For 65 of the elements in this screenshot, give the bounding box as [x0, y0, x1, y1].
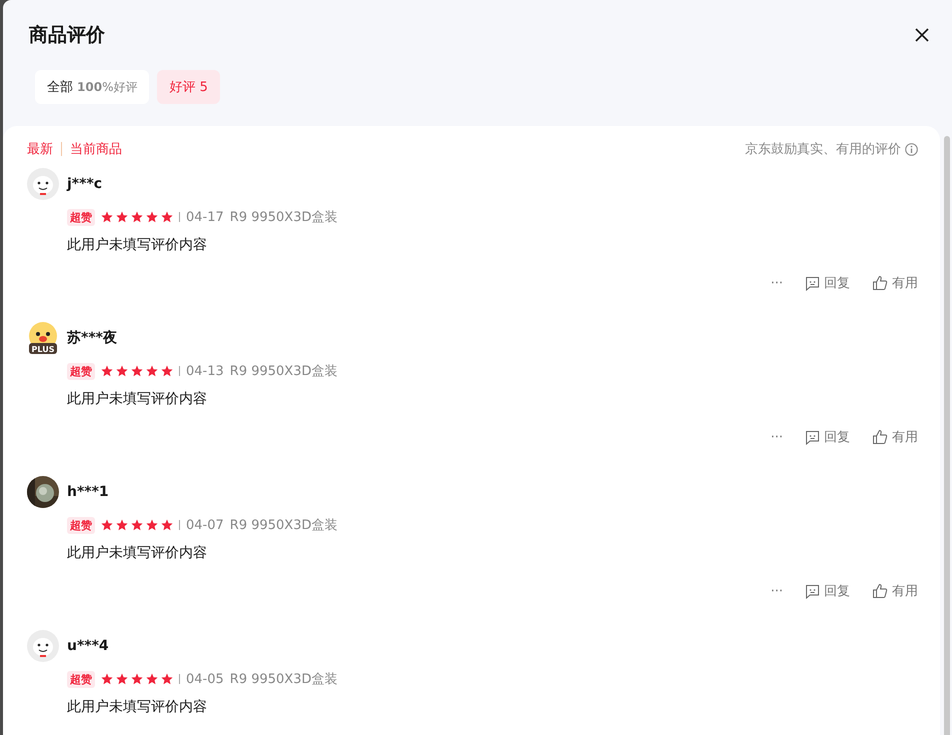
review-date: 04-17 — [186, 210, 224, 224]
thumbs-up-icon — [872, 583, 888, 599]
useful-button[interactable]: 有用 — [872, 428, 918, 446]
close-button[interactable] — [914, 27, 930, 43]
comment-icon — [805, 276, 820, 290]
review-date: 04-05 — [186, 672, 224, 686]
star-icon — [116, 365, 128, 377]
review-date: 04-13 — [186, 364, 224, 378]
more-button[interactable]: ··· — [770, 276, 783, 290]
reply-button[interactable]: 回复 — [805, 582, 850, 600]
sort-option[interactable]: 最新 — [27, 140, 53, 158]
star-icon — [101, 673, 113, 685]
star-icon — [116, 673, 128, 685]
star-icon — [116, 211, 128, 223]
rating-badge: 超赞 — [67, 208, 95, 226]
star-icon — [161, 673, 173, 685]
product-variant: R9 9950X3D盒装 — [230, 209, 338, 226]
thumbs-up-icon — [872, 429, 888, 445]
info-icon — [905, 142, 918, 156]
star-icon — [131, 365, 143, 377]
review-text: 此用户未填写评价内容 — [67, 236, 208, 254]
star-icon — [146, 519, 158, 531]
rating-badge: 超赞 — [67, 516, 95, 534]
dog-avatar-icon — [27, 630, 59, 662]
review-date: 04-07 — [186, 518, 224, 532]
rating-badge: 超赞 — [67, 670, 95, 688]
more-button[interactable]: ··· — [770, 430, 783, 444]
star-icon — [101, 211, 113, 223]
rating-badge: 超赞 — [67, 362, 95, 380]
review-text: 此用户未填写评价内容 — [67, 698, 208, 716]
reply-button[interactable]: 回复 — [805, 428, 850, 446]
sort-option[interactable]: 当前商品 — [70, 140, 122, 158]
star-icon — [116, 519, 128, 531]
star-icon — [101, 365, 113, 377]
star-icon — [161, 211, 173, 223]
comment-icon — [805, 584, 820, 598]
notice-text: 京东鼓励真实、有用的评价 — [745, 141, 901, 158]
thumbs-up-icon — [872, 275, 888, 291]
useful-button[interactable]: 有用 — [872, 582, 918, 600]
product-variant: R9 9950X3D盒装 — [230, 517, 338, 534]
star-icon — [146, 673, 158, 685]
star-icon — [146, 211, 158, 223]
star-icon — [161, 519, 173, 531]
star-icon — [131, 519, 143, 531]
user-name: j***c — [67, 176, 102, 192]
more-button[interactable]: ··· — [770, 584, 783, 598]
star-icon — [101, 519, 113, 531]
filter-tab[interactable]: 全部 100%好评 — [35, 70, 150, 104]
star-icon — [161, 365, 173, 377]
star-icon — [131, 673, 143, 685]
user-name: 苏***夜 — [67, 329, 117, 347]
review-text: 此用户未填写评价内容 — [67, 544, 208, 562]
filter-tab[interactable]: 好评 5 — [157, 70, 220, 104]
dog-avatar-icon — [27, 168, 59, 200]
product-variant: R9 9950X3D盒装 — [230, 671, 338, 688]
review-text: 此用户未填写评价内容 — [67, 390, 208, 408]
useful-button[interactable]: 有用 — [872, 274, 918, 292]
star-icon — [131, 211, 143, 223]
user-name: u***4 — [67, 638, 109, 654]
comment-icon — [805, 430, 820, 444]
dialog-title: 商品评价 — [29, 23, 105, 48]
reply-button[interactable]: 回复 — [805, 274, 850, 292]
star-icon — [146, 365, 158, 377]
user-name: h***1 — [67, 484, 109, 500]
product-variant: R9 9950X3D盒装 — [230, 363, 338, 380]
